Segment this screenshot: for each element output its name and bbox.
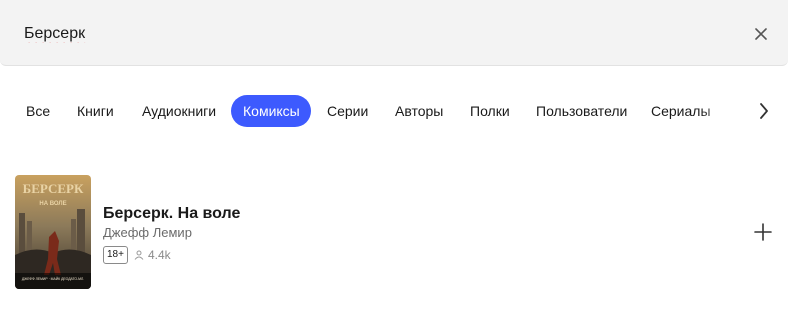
result-title[interactable]: Берсерк. На воле: [103, 205, 240, 223]
search-bar: [0, 0, 788, 66]
search-input[interactable]: [24, 22, 704, 46]
filter-tabs: Все Книги Аудиокниги Комиксы Серии Автор…: [14, 95, 742, 127]
search-result-item[interactable]: БЕРСЕРК НА ВОЛЕ ДЖЕФФ ЛЕМИР · МАЙК ДЕОДА…: [0, 170, 788, 294]
cover-subtitle: НА ВОЛЕ: [39, 201, 66, 207]
age-rating-badge: 18+: [103, 246, 128, 264]
tab-shelves[interactable]: Полки: [458, 95, 522, 127]
person-icon: [134, 250, 144, 260]
close-icon: [755, 28, 767, 40]
cover-art: БЕРСЕРК НА ВОЛЕ ДЖЕФФ ЛЕМИР · МАЙК ДЕОДА…: [15, 175, 91, 289]
readers-count-value: 4.4k: [148, 248, 171, 262]
tabs-next-button[interactable]: [752, 98, 776, 124]
tab-series[interactable]: Серии: [315, 95, 380, 127]
cover-credits: ДЖЕФФ ЛЕМИР · МАЙК ДЕОДАТО-МЛ.: [22, 277, 84, 281]
add-to-shelf-button[interactable]: [751, 220, 775, 244]
tab-authors[interactable]: Авторы: [383, 95, 455, 127]
tabs-fade: [700, 95, 746, 127]
book-cover[interactable]: БЕРСЕРК НА ВОЛЕ ДЖЕФФ ЛЕМИР · МАЙК ДЕОДА…: [15, 175, 91, 289]
readers-count: 4.4k: [134, 246, 171, 264]
plus-icon: [754, 223, 772, 241]
tab-audiobooks[interactable]: Аудиокниги: [130, 95, 228, 127]
tab-comics[interactable]: Комиксы: [231, 95, 311, 127]
chevron-right-icon: [760, 103, 768, 119]
close-search-button[interactable]: [751, 24, 771, 44]
tab-books[interactable]: Книги: [65, 95, 126, 127]
result-author[interactable]: Джефф Лемир: [103, 225, 192, 240]
cover-title: БЕРСЕРК: [23, 181, 84, 196]
tab-users[interactable]: Пользователи: [524, 95, 639, 127]
tab-all[interactable]: Все: [14, 95, 62, 127]
